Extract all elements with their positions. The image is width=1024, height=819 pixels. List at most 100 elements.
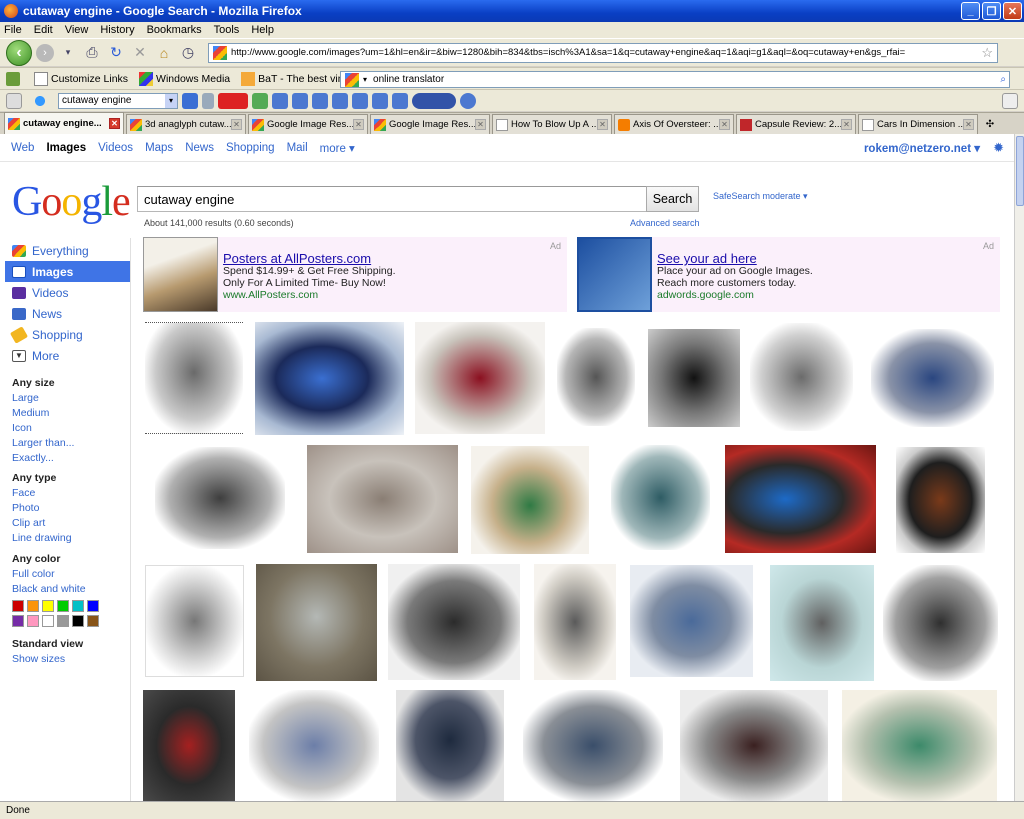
bookmark-windows-media[interactable]: Windows Media [139, 71, 230, 86]
nav-more[interactable]: ▼ More [5, 345, 130, 366]
url-bar[interactable]: http://www.google.com/images?um=1&hl=en&… [208, 42, 998, 63]
image-result[interactable] [648, 329, 740, 427]
search-icon[interactable]: ⌕ [1000, 74, 1006, 85]
image-result[interactable] [155, 447, 285, 549]
image-result[interactable] [307, 445, 458, 553]
filter-show-sizes[interactable]: Show sizes [12, 652, 83, 667]
image-result[interactable] [842, 690, 997, 801]
menu-view[interactable]: View [65, 24, 89, 36]
gbar-mail[interactable]: Mail [287, 142, 308, 154]
maximize-button[interactable]: ❐ [982, 2, 1001, 20]
filter-line-drawing[interactable]: Line drawing [12, 531, 72, 546]
menu-bookmarks[interactable]: Bookmarks [147, 24, 202, 36]
color-swatch[interactable] [72, 600, 84, 612]
filter-exactly[interactable]: Exactly... [12, 451, 74, 466]
ad-thumbnail[interactable] [577, 237, 652, 312]
image-result[interactable] [725, 445, 876, 553]
image-result[interactable] [396, 690, 504, 801]
tool-icon-8[interactable] [460, 92, 476, 109]
close-tab-icon[interactable]: ✕ [841, 119, 852, 130]
bookmark-customize-links[interactable]: Customize Links [34, 71, 128, 86]
tab-google-image-results-2[interactable]: Google Image Res... ✕ [370, 114, 490, 134]
color-swatch[interactable] [87, 600, 99, 612]
ad-allposters[interactable]: Posters at AllPosters.com Spend $14.99+ … [143, 237, 567, 312]
menu-help[interactable]: Help [251, 24, 274, 36]
tab-list-icon[interactable]: ✣ [980, 114, 1000, 134]
reload-icon[interactable]: ↻ [106, 43, 126, 63]
nav-news[interactable]: News [5, 303, 130, 324]
search-input[interactable]: cutaway engine [137, 186, 647, 212]
tool-icon-7[interactable] [392, 92, 408, 109]
close-tab-icon[interactable]: ✕ [597, 119, 608, 130]
menu-edit[interactable]: Edit [34, 24, 53, 36]
tab-3d-anaglyph[interactable]: 3d anaglyph cutaw... ✕ [126, 114, 246, 134]
scrollbar-thumb[interactable] [1016, 136, 1024, 206]
toolbar-menu-icon[interactable] [6, 92, 22, 109]
image-result[interactable] [249, 690, 379, 801]
filter-photo[interactable]: Photo [12, 501, 72, 516]
forward-button[interactable]: › [36, 43, 54, 62]
color-swatch[interactable] [42, 600, 54, 612]
search-go-icon[interactable] [182, 92, 198, 109]
image-result[interactable] [256, 564, 377, 681]
image-result[interactable] [523, 690, 663, 801]
gbar-more[interactable]: more ▾ [320, 141, 355, 155]
filter-large[interactable]: Large [12, 391, 74, 406]
color-swatch[interactable] [12, 615, 24, 627]
filter-face[interactable]: Face [12, 486, 72, 501]
bookmark-star-icon[interactable]: ☆ [981, 45, 993, 61]
close-tab-icon[interactable]: ✕ [963, 119, 974, 130]
gear-icon[interactable]: ✹ [993, 140, 1004, 156]
tool-icon-6[interactable] [372, 92, 388, 109]
image-result[interactable] [883, 565, 998, 681]
nav-images[interactable]: Images [5, 261, 130, 282]
gbar-news[interactable]: News [185, 142, 214, 154]
image-result[interactable] [145, 565, 244, 677]
image-result[interactable] [871, 329, 994, 427]
image-result[interactable] [471, 446, 589, 554]
print-icon[interactable]: ⎙ [82, 43, 102, 63]
gbar-images[interactable]: Images [46, 142, 86, 154]
add-toolbar-icon[interactable] [1002, 92, 1018, 109]
image-result[interactable] [611, 445, 710, 550]
image-result[interactable] [896, 447, 985, 553]
image-result[interactable] [255, 322, 404, 435]
color-swatch[interactable] [27, 615, 39, 627]
ad-thumbnail[interactable] [143, 237, 218, 312]
image-result[interactable] [770, 565, 874, 681]
tool-icon-2[interactable] [292, 92, 308, 109]
color-swatch[interactable] [12, 600, 24, 612]
ad-title[interactable]: Posters at AllPosters.com [223, 251, 371, 266]
filter-clip-art[interactable]: Clip art [12, 516, 72, 531]
color-swatch[interactable] [72, 615, 84, 627]
gbar-shopping[interactable]: Shopping [226, 142, 275, 154]
menu-tools[interactable]: Tools [214, 24, 240, 36]
image-result[interactable] [534, 564, 616, 680]
tool-icon-4[interactable] [332, 92, 348, 109]
image-result[interactable] [415, 322, 545, 434]
tab-google-image-results-1[interactable]: Google Image Res... ✕ [248, 114, 368, 134]
home-icon[interactable]: ⌂ [154, 43, 174, 63]
gbar-maps[interactable]: Maps [145, 142, 173, 154]
vertical-scrollbar[interactable] [1014, 134, 1024, 801]
minimize-button[interactable]: _ [961, 2, 980, 20]
safesearch-dropdown[interactable]: SafeSearch moderate ▾ [713, 191, 808, 202]
tab-axis-of-oversteer[interactable]: Axis Of Oversteer: ... ✕ [614, 114, 734, 134]
ad-see-your-ad[interactable]: See your ad here Place your ad on Google… [577, 237, 1000, 312]
close-tab-icon[interactable]: ✕ [109, 118, 120, 129]
close-tab-icon[interactable]: ✕ [231, 119, 242, 130]
tab-cars-in-dimension[interactable]: Cars In Dimension ... ✕ [858, 114, 978, 134]
filter-medium[interactable]: Medium [12, 406, 74, 421]
google-logo[interactable]: Google [12, 178, 131, 226]
menu-history[interactable]: History [100, 24, 134, 36]
close-tab-icon[interactable]: ✕ [353, 119, 364, 130]
tool-icon-3[interactable] [312, 92, 328, 109]
color-swatch[interactable] [27, 600, 39, 612]
account-link[interactable]: rokem@netzero.net ▾ [864, 141, 980, 155]
tab-capsule-review[interactable]: Capsule Review: 2... ✕ [736, 114, 856, 134]
filter-icon[interactable]: Icon [12, 421, 74, 436]
tab-how-to-blow-up[interactable]: How To Blow Up A ... ✕ [492, 114, 612, 134]
image-result[interactable] [145, 322, 243, 434]
gbar-web[interactable]: Web [11, 142, 34, 154]
color-swatch[interactable] [87, 615, 99, 627]
